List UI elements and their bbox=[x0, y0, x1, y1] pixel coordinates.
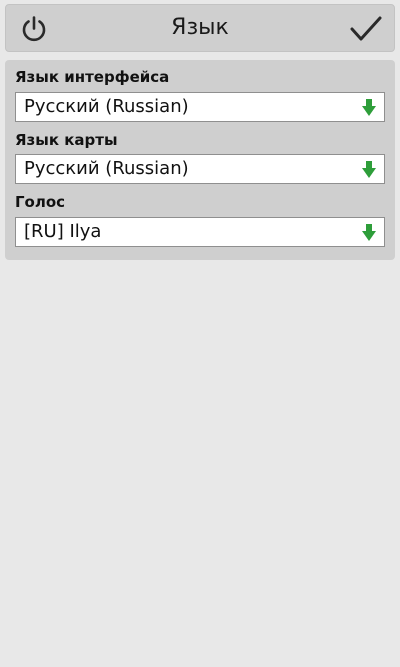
interface-language-select[interactable]: Русский (Russian) bbox=[15, 92, 385, 122]
language-settings-panel: Язык интерфейса Русский (Russian) Язык к… bbox=[5, 60, 395, 260]
dropdown-arrow-icon bbox=[362, 161, 376, 178]
top-bar: Язык bbox=[5, 4, 395, 52]
interface-language-label: Язык интерфейса bbox=[15, 68, 170, 86]
voice-select[interactable]: [RU] Ilya bbox=[15, 217, 385, 247]
map-language-select[interactable]: Русский (Russian) bbox=[15, 154, 385, 184]
confirm-button[interactable] bbox=[346, 9, 386, 49]
page-title: Язык bbox=[171, 15, 229, 40]
dropdown-arrow-icon bbox=[362, 99, 376, 116]
map-language-label: Язык карты bbox=[15, 131, 118, 149]
interface-language-value: Русский (Russian) bbox=[24, 96, 189, 117]
map-language-value: Русский (Russian) bbox=[24, 158, 189, 179]
dropdown-arrow-icon bbox=[362, 224, 376, 241]
checkmark-icon bbox=[350, 16, 382, 41]
voice-value: [RU] Ilya bbox=[24, 221, 102, 242]
voice-label: Голос bbox=[15, 193, 66, 211]
